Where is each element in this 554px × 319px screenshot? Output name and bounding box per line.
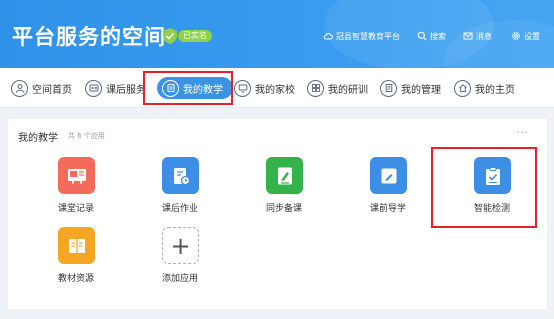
document-icon <box>380 79 397 97</box>
add-app-button[interactable]: + 添加应用 <box>145 227 215 287</box>
homework-icon <box>162 157 199 194</box>
app-homework[interactable]: 课后作业 <box>145 157 215 217</box>
cloud-icon <box>323 33 333 40</box>
pre-class-icon <box>370 157 407 194</box>
platform-link[interactable]: 冠县智慧教育平台 <box>323 30 400 42</box>
panel-title: 我的教学 <box>18 133 58 144</box>
search-link-label: 搜索 <box>430 31 446 41</box>
message-link[interactable]: 消息 <box>463 30 492 42</box>
app-label: 教材资源 <box>57 274 94 284</box>
app-lesson-prep[interactable]: 同步备课 <box>249 157 319 217</box>
tab-label: 我的家校 <box>255 84 295 96</box>
lesson-prep-icon <box>266 157 303 194</box>
gear-icon <box>512 32 520 40</box>
platform-link-label: 冠县智慧教育平台 <box>336 31 400 41</box>
verified-label: 已实名 <box>178 30 212 42</box>
monitor-icon <box>234 79 251 97</box>
app-textbook-resources[interactable]: 教材资源 <box>41 227 111 287</box>
app-label: 课前导学 <box>369 204 406 214</box>
mail-icon <box>463 32 473 40</box>
classroom-icon <box>58 157 95 194</box>
app-pre-class-guide[interactable]: 课前导学 <box>353 157 423 217</box>
message-link-label: 消息 <box>476 31 492 41</box>
grid-icon <box>307 79 324 97</box>
tab-label: 我的研训 <box>328 84 368 96</box>
app-label: 同步备课 <box>265 204 302 214</box>
home-icon <box>454 79 471 97</box>
tab-label: 课后服务 <box>106 84 146 96</box>
highlight-box-app <box>431 147 537 228</box>
app-classroom-record[interactable]: 课堂记录 <box>41 157 111 217</box>
search-icon <box>417 31 427 41</box>
header-bar: 平台服务的空间 已实名 冠县智慧教育平台 搜索 消息 设置 <box>0 0 554 68</box>
tab-after-school[interactable]: 课后服务 <box>85 77 146 99</box>
highlight-box-tab <box>143 71 233 105</box>
shield-check-icon <box>163 28 177 44</box>
tab-space-home[interactable]: 空间首页 <box>11 77 72 99</box>
app-label: 课后作业 <box>161 204 198 214</box>
tab-home-school[interactable]: 我的家校 <box>234 77 295 99</box>
app-label: 课堂记录 <box>57 204 94 214</box>
textbook-icon <box>58 227 95 264</box>
user-icon <box>11 79 28 97</box>
tab-label: 我的主页 <box>475 84 515 96</box>
tab-label: 我的管理 <box>401 84 441 96</box>
space-title: 平台服务的空间 <box>12 25 166 49</box>
plus-icon: + <box>162 227 199 264</box>
tab-my-homepage[interactable]: 我的主页 <box>454 77 515 99</box>
settings-link[interactable]: 设置 <box>511 30 540 42</box>
settings-link-label: 设置 <box>524 31 540 41</box>
verified-badge: 已实名 <box>163 28 212 44</box>
more-options-icon[interactable]: ··· <box>516 128 529 139</box>
search-link[interactable]: 搜索 <box>417 30 446 42</box>
space-tab-bar: 空间首页 课后服务 我的教学 我的家校 我的研训 我的管理 我的主页 <box>0 68 554 108</box>
app-label: 添加应用 <box>161 274 198 284</box>
tab-label: 空间首页 <box>32 84 72 96</box>
tab-research-training[interactable]: 我的研训 <box>307 77 368 99</box>
app-count: 共 6 个应用 <box>68 132 105 140</box>
id-card-icon <box>85 79 102 97</box>
tab-my-management[interactable]: 我的管理 <box>380 77 441 99</box>
